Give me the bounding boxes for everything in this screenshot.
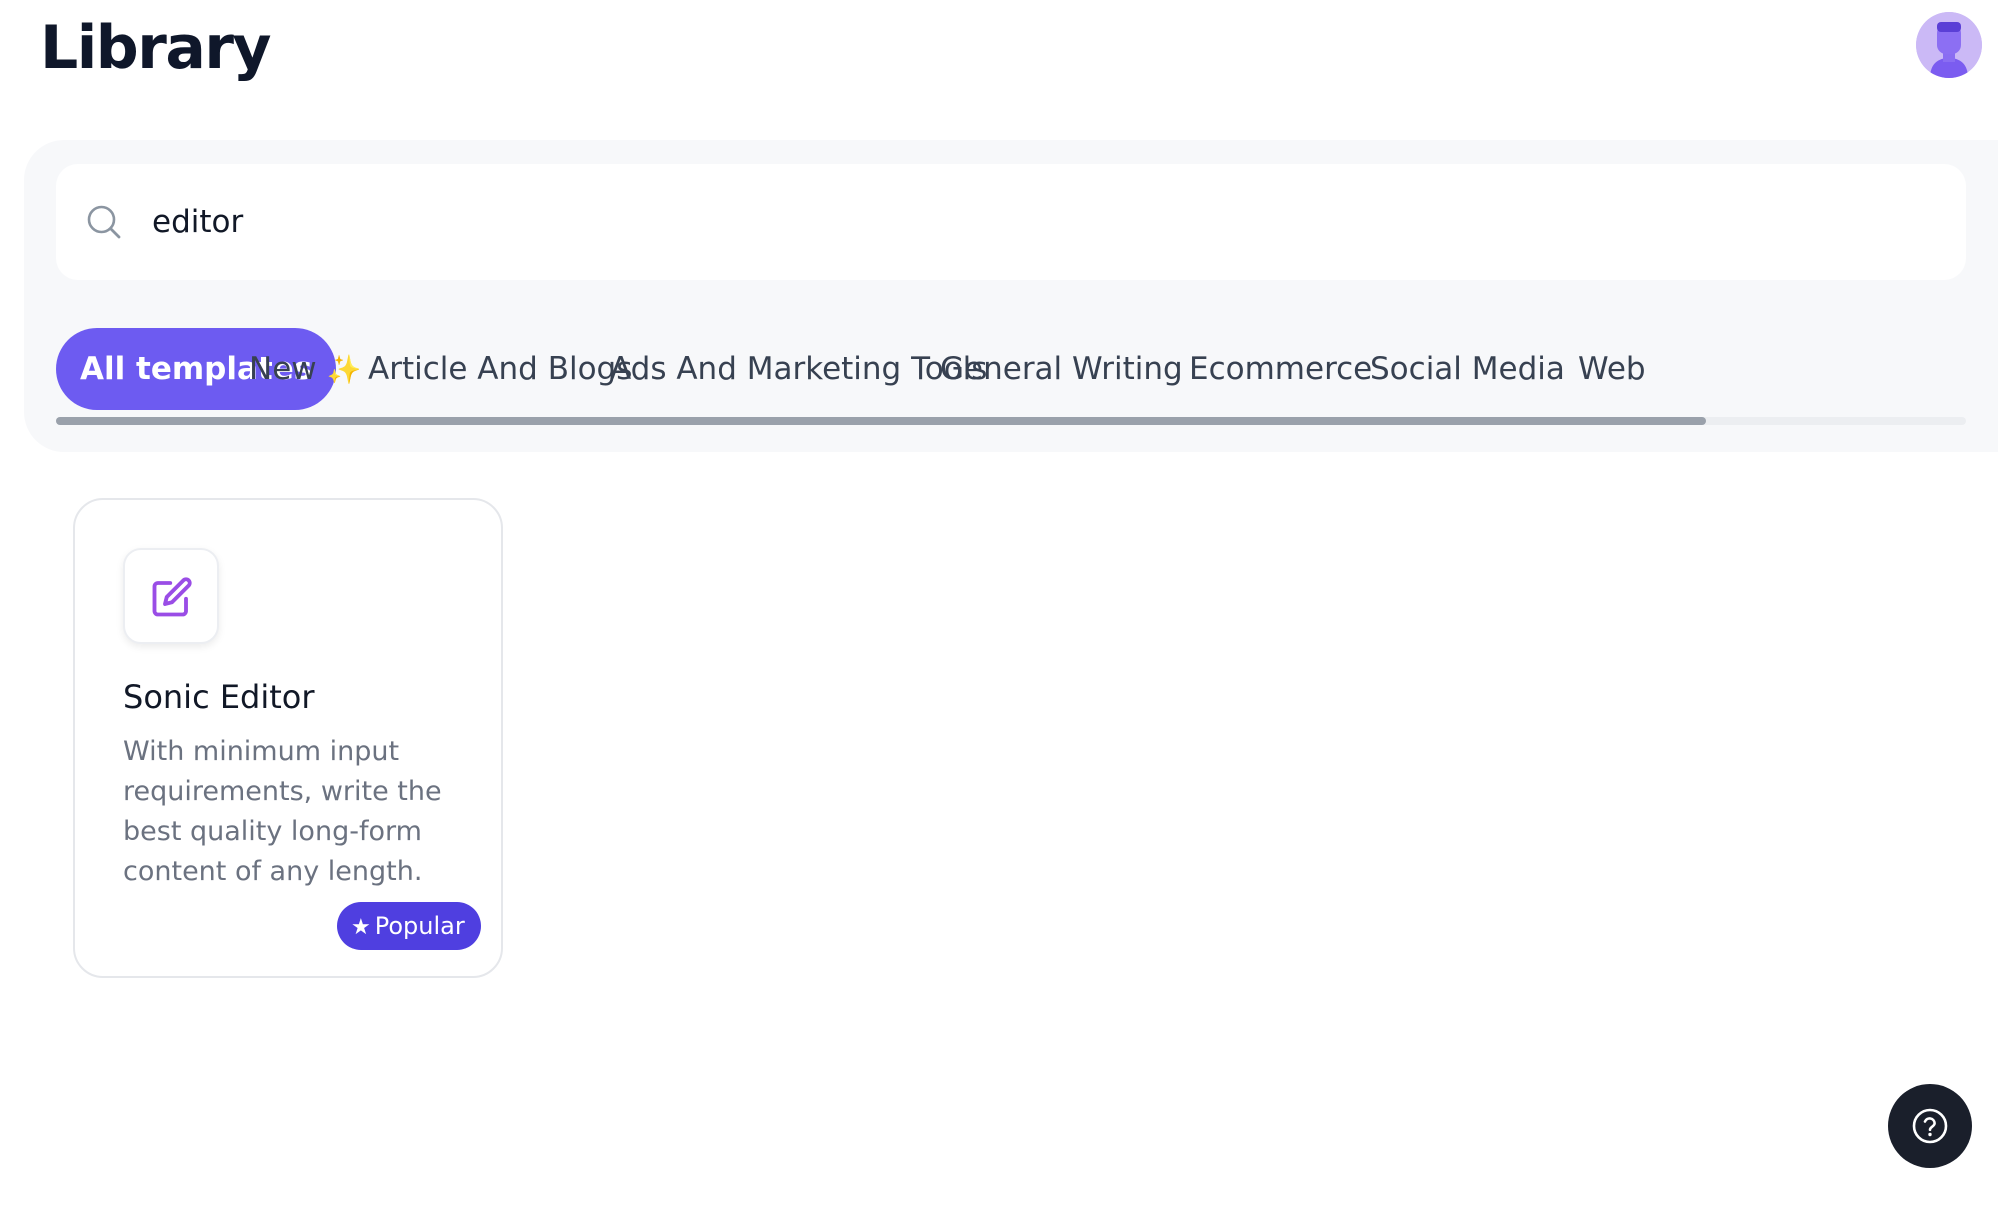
avatar-icon xyxy=(1916,12,1982,78)
star-icon: ★ xyxy=(351,915,371,940)
search-input[interactable] xyxy=(152,188,1932,256)
page-title: Library xyxy=(40,13,272,83)
search-icon xyxy=(87,205,121,239)
tab-ecommerce[interactable]: Ecommerce xyxy=(1189,328,1372,410)
tab-label: Web xyxy=(1578,351,1646,387)
tab-article-and-blogs[interactable]: Article And Blogs xyxy=(368,328,632,410)
template-title: Sonic Editor xyxy=(123,678,315,716)
tab-label: Article And Blogs xyxy=(368,351,633,387)
edit-icon xyxy=(152,577,192,617)
tab-label: New xyxy=(249,351,317,387)
template-icon-box xyxy=(123,548,219,644)
template-card-sonic-editor[interactable]: Sonic Editor With minimum input requirem… xyxy=(73,498,503,978)
user-avatar[interactable] xyxy=(1916,12,1982,78)
category-tabs: All templates New ✨ Article And Blogs Ads… xyxy=(56,328,1966,410)
tab-social-media[interactable]: Social Media xyxy=(1370,328,1565,410)
tab-label: Ecommerce xyxy=(1189,351,1373,387)
tabs-scrollbar-thumb[interactable] xyxy=(56,417,1706,425)
sparkle-icon: ✨ xyxy=(326,353,362,386)
help-icon xyxy=(1912,1108,1948,1144)
tab-new[interactable]: New ✨ xyxy=(249,328,362,410)
badge-label: Popular xyxy=(374,912,465,940)
popular-badge: ★ Popular xyxy=(337,902,481,950)
tab-label: General Writing xyxy=(940,351,1183,387)
help-button[interactable] xyxy=(1888,1084,1972,1168)
template-description: With minimum input requirements, write t… xyxy=(123,736,442,887)
tab-label: Ads And Marketing Tools xyxy=(610,351,988,387)
tab-general-writing[interactable]: General Writing xyxy=(940,328,1183,410)
tab-web[interactable]: Web xyxy=(1578,328,1646,410)
tab-ads-and-marketing-tools[interactable]: Ads And Marketing Tools xyxy=(610,328,987,410)
search-bar[interactable] xyxy=(56,164,1966,280)
tab-label: Social Media xyxy=(1370,351,1565,387)
